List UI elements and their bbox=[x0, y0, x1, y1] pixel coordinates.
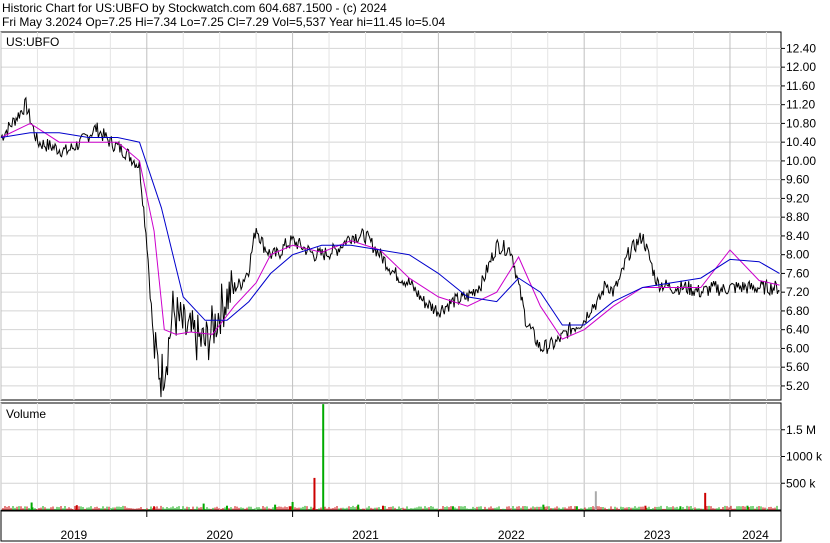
volume-tick-label: 500 k bbox=[786, 476, 816, 490]
x-axis-year-label: 2021 bbox=[352, 528, 379, 542]
price-tick-label: 10.40 bbox=[786, 135, 816, 149]
price-tick-label: 6.80 bbox=[786, 304, 810, 318]
price-tick-label: 8.00 bbox=[786, 248, 810, 262]
x-axis-year-label: 2024 bbox=[742, 528, 769, 542]
price-tick-label: 10.00 bbox=[786, 154, 816, 168]
price-tick-label: 8.40 bbox=[786, 229, 810, 243]
volume-tick-label: 1.5 M bbox=[786, 423, 816, 437]
x-axis-year-label: 2020 bbox=[206, 528, 233, 542]
price-panel-frame bbox=[0, 31, 782, 401]
price-tick-label: 11.60 bbox=[786, 79, 815, 93]
price-tick-label: 6.00 bbox=[786, 341, 810, 355]
volume-tick-label: 1000 k bbox=[786, 450, 823, 464]
price-tick-label: 8.80 bbox=[786, 210, 810, 224]
x-axis-year-label: 2022 bbox=[498, 528, 525, 542]
price-tick-label: 11.20 bbox=[786, 98, 815, 112]
price-tick-label: 12.00 bbox=[786, 60, 816, 74]
x-axis-year-label: 2023 bbox=[644, 528, 671, 542]
x-axis-year-label: 2019 bbox=[61, 528, 88, 542]
price-tick-label: 6.40 bbox=[786, 323, 810, 337]
price-tick-label: 10.80 bbox=[786, 116, 816, 130]
price-tick-label: 7.20 bbox=[786, 285, 810, 299]
price-panel-label: US:UBFO bbox=[6, 35, 59, 49]
stock-chart: 12.40 12.00 11.60 11.20 10.80 10.40 10.00 9.60 9… bbox=[0, 31, 823, 542]
price-tick-label: 9.60 bbox=[786, 173, 810, 187]
price-tick-label: 7.60 bbox=[786, 266, 810, 280]
volume-panel-label: Volume bbox=[6, 407, 46, 421]
price-tick-label: 12.40 bbox=[786, 41, 816, 55]
price-tick-label: 5.20 bbox=[786, 379, 810, 393]
price-tick-label: 9.20 bbox=[786, 191, 810, 205]
price-tick-label: 5.60 bbox=[786, 360, 810, 374]
